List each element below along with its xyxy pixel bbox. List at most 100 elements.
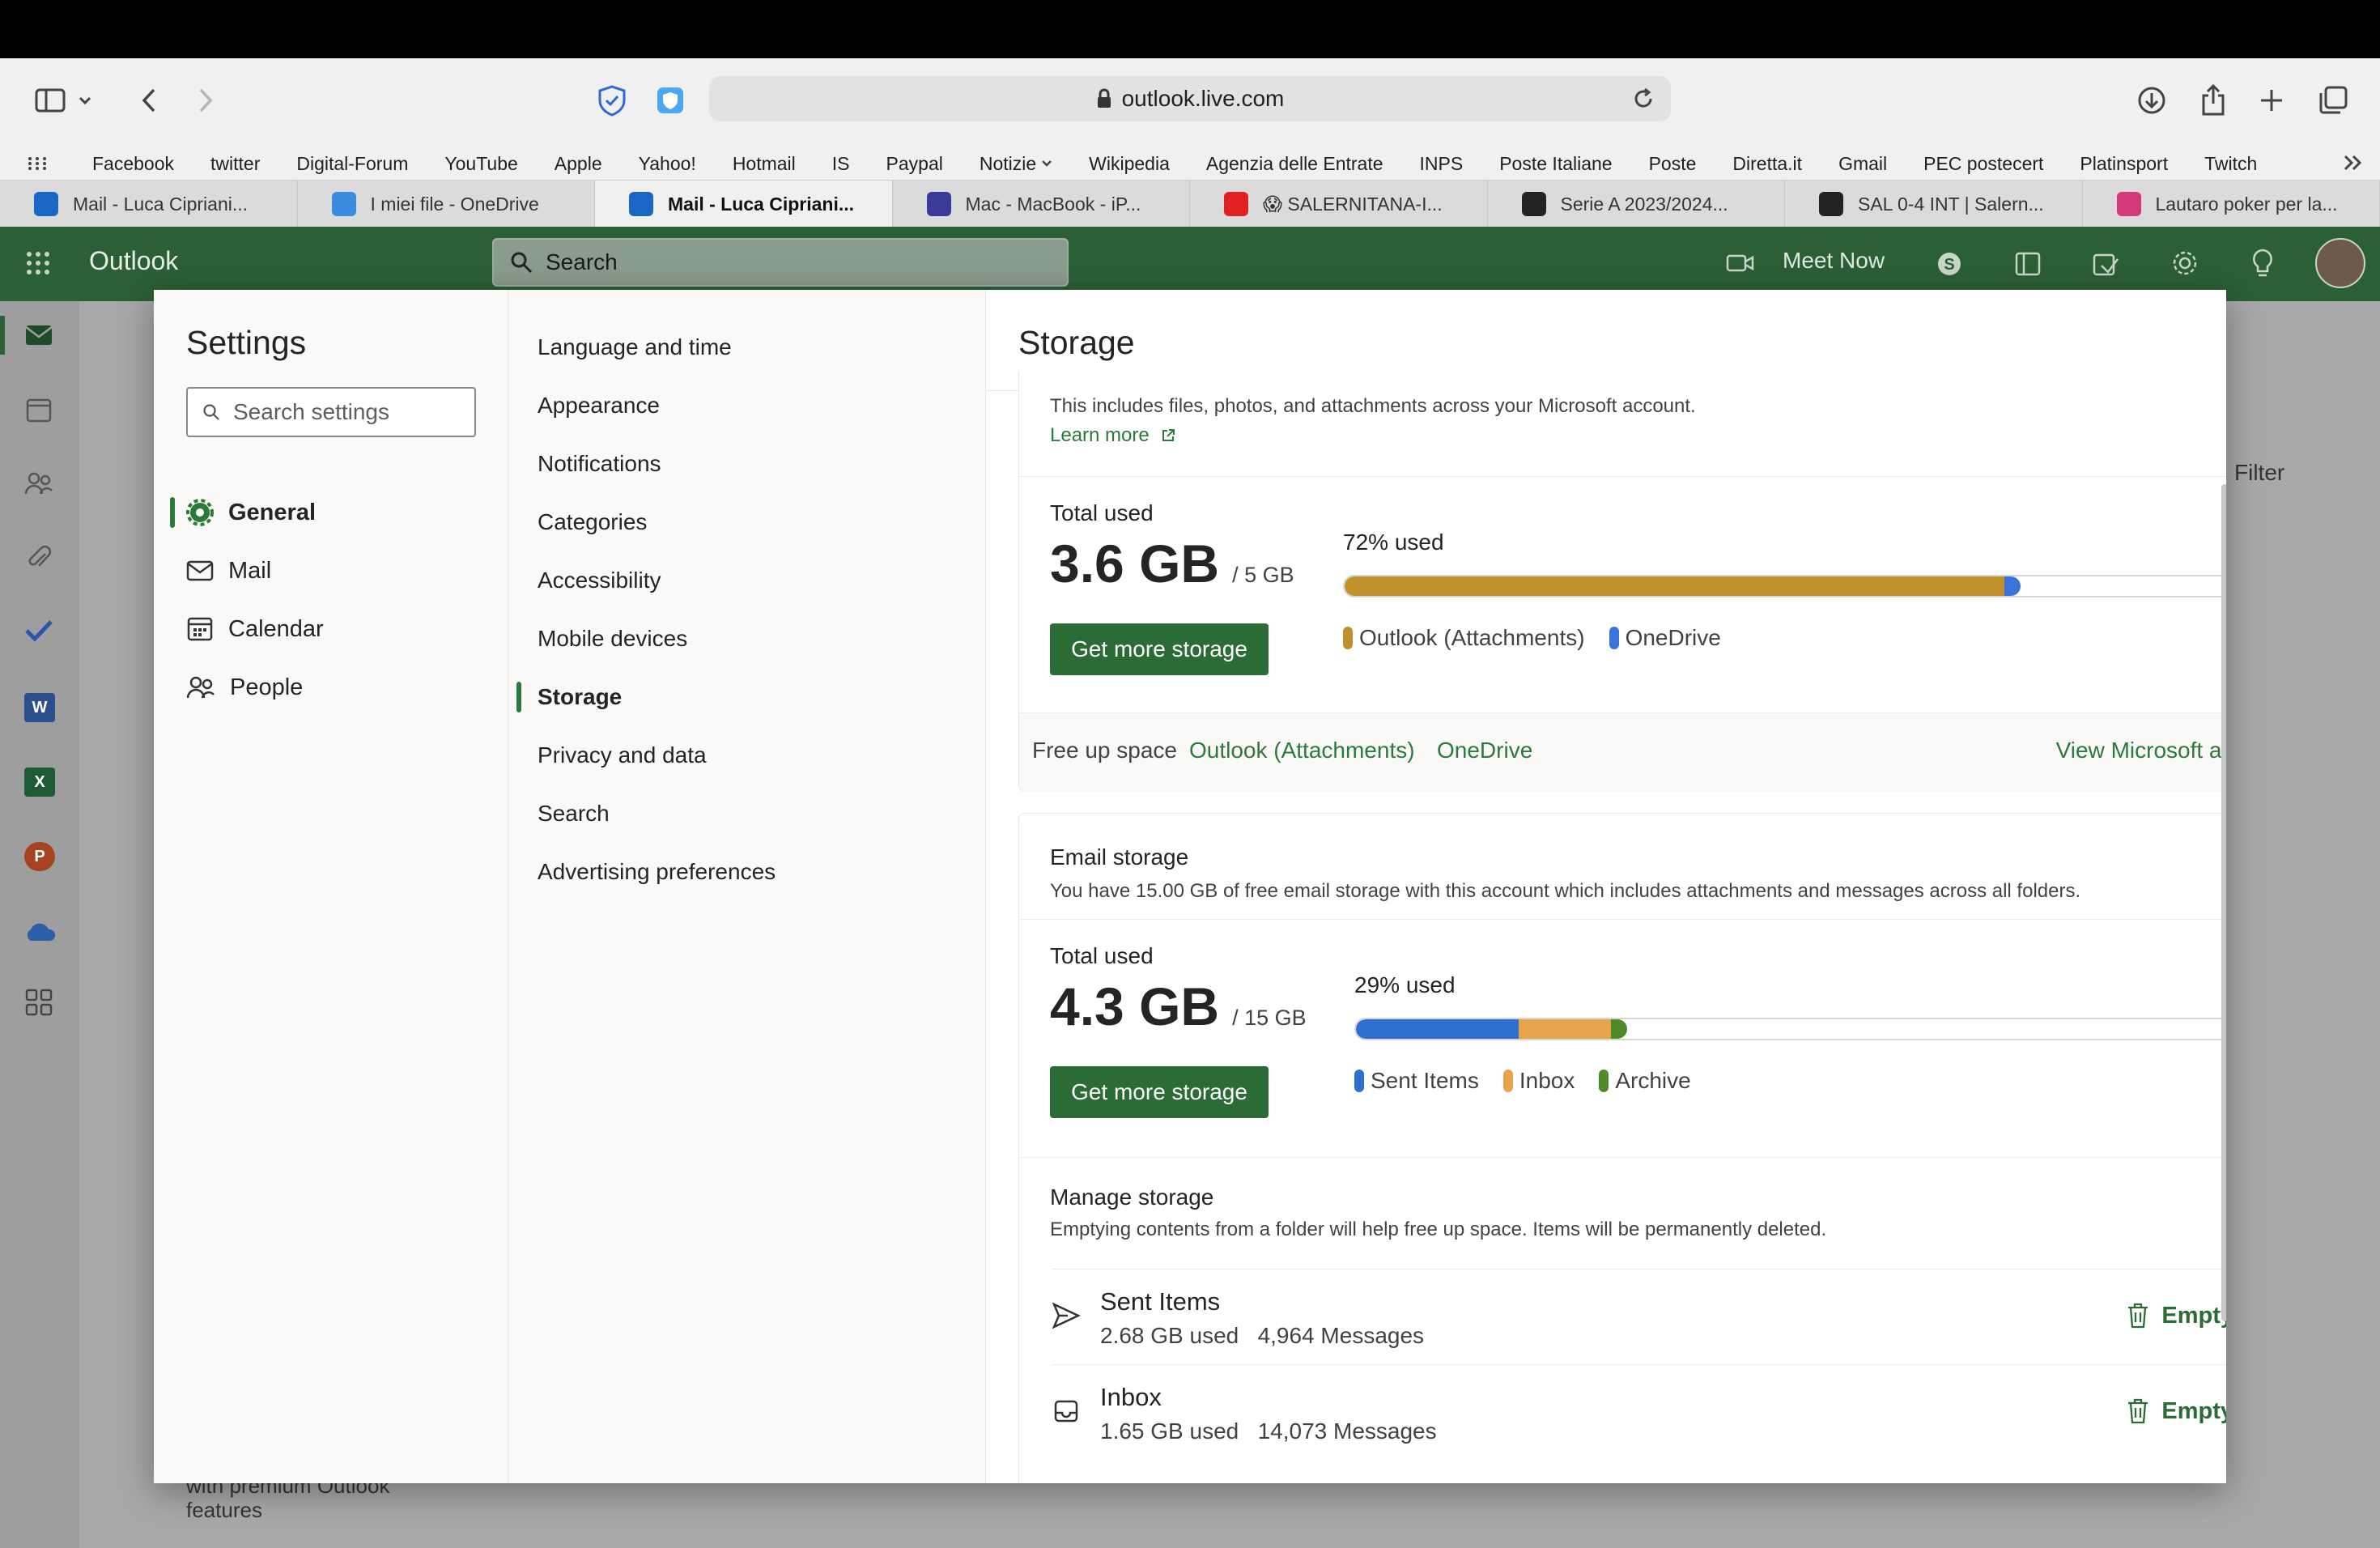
browser-tab[interactable]: Mail - Luca Cipriani...	[0, 181, 298, 228]
legend-label: Inbox	[1519, 1068, 1575, 1093]
subnav-notifications[interactable]: Notifications	[538, 439, 661, 489]
bookmark-item[interactable]: Facebook	[92, 153, 174, 175]
bookmark-item[interactable]: Poste	[1649, 153, 1697, 175]
browser-tab[interactable]: Mac - MacBook - iP...	[893, 181, 1190, 228]
excel-icon[interactable]: X	[24, 768, 55, 797]
bookmark-item[interactable]: Gmail	[1838, 153, 1887, 175]
bookmark-folder-notizie[interactable]: Notizie	[980, 153, 1036, 175]
todo-icon[interactable]	[24, 619, 53, 643]
subnav-language-and-time[interactable]: Language and time	[538, 322, 732, 372]
empty-sent-items-button[interactable]: Empty	[2126, 1302, 2226, 1329]
skype-icon[interactable]: S	[1936, 251, 1962, 277]
reload-icon[interactable]	[1632, 87, 1655, 110]
subnav-search[interactable]: Search	[538, 789, 610, 839]
bookmark-item[interactable]: PEC postecert	[1923, 153, 2043, 175]
attachment-icon[interactable]	[26, 544, 52, 572]
divider	[1019, 919, 2226, 920]
outlook-search-input[interactable]: Search	[492, 238, 1069, 287]
nav-general[interactable]: General	[170, 487, 316, 538]
free-up-attachments-link[interactable]: Outlook (Attachments)	[1189, 738, 1415, 763]
subnav-storage[interactable]: Storage	[538, 672, 622, 722]
avatar[interactable]	[2315, 238, 2365, 288]
bookmark-item[interactable]: INPS	[1420, 153, 1464, 175]
bookmark-item[interactable]: Agenzia delle Entrate	[1206, 153, 1383, 175]
bookmark-item[interactable]: Digital-Forum	[296, 153, 408, 175]
meet-now-button[interactable]: Meet Now	[1783, 248, 1885, 274]
browser-tab[interactable]: SAL 0-4 INT | Salern...	[1785, 181, 2083, 228]
nav-mail[interactable]: Mail	[186, 546, 271, 596]
video-icon[interactable]	[1726, 253, 1755, 274]
view-microsoft-account-link[interactable]: View Microsoft account	[2056, 738, 2226, 763]
mail-icon[interactable]	[24, 324, 53, 347]
manage-storage-title: Manage storage	[1050, 1184, 1214, 1210]
extension-shield-icon[interactable]	[648, 78, 693, 123]
bookmark-item[interactable]: Diretta.it	[1732, 153, 1802, 175]
filter-label[interactable]: Filter	[2234, 460, 2284, 486]
more-bookmarks-icon[interactable]	[2343, 154, 2364, 172]
nav-calendar[interactable]: Calendar	[186, 604, 324, 654]
empty-inbox-button[interactable]: Empty	[2126, 1397, 2226, 1425]
back-icon[interactable]	[126, 78, 172, 123]
cloud-quota-value: / 5 GB	[1232, 563, 1294, 587]
bookmark-item[interactable]: Hotmail	[733, 153, 796, 175]
scrollbar[interactable]	[2221, 484, 2226, 1321]
bookmark-item[interactable]: Wikipedia	[1089, 153, 1170, 175]
subnav-appearance[interactable]: Appearance	[538, 381, 660, 431]
calendar-icon[interactable]	[26, 397, 52, 423]
trash-icon	[2126, 1397, 2150, 1425]
subnav-mobile-devices[interactable]: Mobile devices	[538, 614, 687, 664]
legend-swatch	[1609, 627, 1619, 649]
tasks-icon[interactable]	[2092, 251, 2119, 277]
bookmark-item[interactable]: Poste Italiane	[1499, 153, 1612, 175]
grid-icon[interactable]	[28, 156, 47, 171]
shield-icon[interactable]	[589, 78, 635, 123]
download-icon[interactable]	[2129, 78, 2174, 123]
subnav-categories[interactable]: Categories	[538, 497, 647, 547]
get-more-email-storage-button[interactable]: Get more storage	[1050, 1066, 1269, 1118]
browser-tab[interactable]: I miei file - OneDrive	[298, 181, 595, 228]
browser-tab[interactable]: Lautaro poker per la...	[2083, 181, 2380, 228]
bookmark-item[interactable]: Yahoo!	[639, 153, 696, 175]
browser-tab-active[interactable]: Mail - Luca Cipriani...	[595, 181, 893, 228]
powerpoint-icon[interactable]: P	[24, 842, 55, 871]
gear-icon[interactable]	[2171, 249, 2199, 277]
bookmark-item[interactable]: Paypal	[886, 153, 943, 175]
subnav-accessibility[interactable]: Accessibility	[538, 555, 661, 606]
word-icon[interactable]: W	[24, 693, 55, 722]
new-tab-icon[interactable]	[2249, 78, 2294, 123]
lightbulb-icon[interactable]	[2250, 248, 2275, 279]
browser-tab[interactable]: 😱 SALERNITANA-I...	[1190, 181, 1488, 228]
share-icon[interactable]	[2191, 78, 2236, 123]
people-icon[interactable]	[24, 471, 53, 495]
bookmark-item[interactable]: Twitch	[2204, 153, 2257, 175]
bookmark-item[interactable]: YouTube	[444, 153, 517, 175]
subnav-privacy-and-data[interactable]: Privacy and data	[538, 730, 707, 780]
settings-search-input[interactable]: Search settings	[186, 387, 476, 437]
legend-label: Sent Items	[1371, 1068, 1479, 1093]
bookmark-item[interactable]: Apple	[555, 153, 602, 175]
address-bar[interactable]: outlook.live.com	[709, 76, 1671, 121]
learn-more-link[interactable]: Learn more	[1050, 424, 1175, 447]
chevron-down-icon[interactable]	[73, 78, 97, 123]
more-apps-icon[interactable]	[24, 988, 53, 1017]
browser-tab[interactable]: Serie A 2023/2024...	[1488, 181, 1785, 228]
tab-overview-icon[interactable]	[2310, 78, 2356, 123]
email-bar-segment-1	[1518, 1019, 1612, 1039]
total-used-label: Total used	[1050, 500, 1154, 525]
sidebar-toggle-icon[interactable]	[28, 78, 73, 123]
free-up-onedrive-link[interactable]: OneDrive	[1437, 738, 1532, 763]
nav-people[interactable]: People	[186, 662, 303, 712]
cloud-storage-card: This includes files, photos, and attachm…	[1018, 371, 2226, 792]
forward-icon[interactable]	[183, 78, 228, 123]
bookmark-item[interactable]: IS	[832, 153, 850, 175]
cloud-used-value: 3.6 GB	[1050, 534, 1220, 593]
bookmark-item[interactable]: Platinsport	[2080, 153, 2168, 175]
bookmark-item[interactable]: twitter	[210, 153, 260, 175]
rail-selected-indicator	[0, 316, 5, 355]
office-icon[interactable]	[2014, 251, 2042, 277]
folder-messages: 4,964 Messages	[1257, 1323, 1425, 1348]
onedrive-icon[interactable]	[23, 921, 57, 942]
get-more-storage-button[interactable]: Get more storage	[1050, 623, 1269, 675]
app-launcher-icon[interactable]	[26, 251, 50, 275]
subnav-advertising-preferences[interactable]: Advertising preferences	[538, 847, 776, 897]
